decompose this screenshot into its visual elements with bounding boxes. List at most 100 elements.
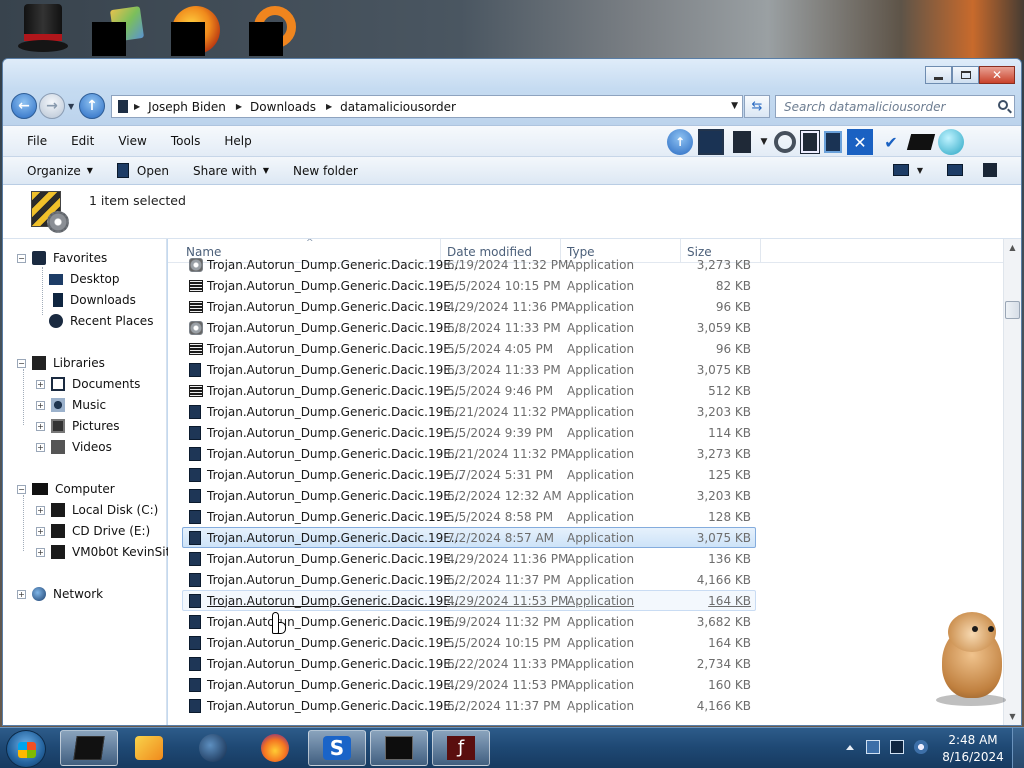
new-folder-button[interactable]: New folder	[293, 164, 358, 178]
show-desktop-button[interactable]	[1012, 728, 1024, 768]
taskbar-s-app[interactable]: S	[308, 730, 366, 766]
document-stack-icon[interactable]	[733, 131, 751, 153]
menu-view[interactable]: View	[110, 134, 154, 148]
title-bar[interactable]: ✕	[3, 59, 1021, 89]
maximize-button[interactable]	[952, 66, 979, 84]
help-icon[interactable]	[983, 163, 997, 177]
preview-pane-icon[interactable]	[947, 164, 963, 176]
table-row[interactable]: Trojan.Autorun_Dump.Generic.Dacic.19E...…	[182, 275, 756, 296]
table-row[interactable]: Trojan.Autorun_Dump.Generic.Dacic.19E...…	[182, 611, 756, 632]
globe-icon[interactable]	[938, 129, 964, 155]
refresh-button[interactable]: ⇆	[744, 95, 770, 118]
tag-icon[interactable]	[906, 134, 936, 150]
upload-icon[interactable]: ↑	[667, 129, 693, 155]
clock[interactable]: 2:48 AM 8/16/2024	[938, 732, 1008, 766]
show-hidden-icons-icon[interactable]	[846, 744, 854, 750]
chevron-down-icon[interactable]: ▼	[917, 166, 923, 175]
expand-icon[interactable]: +	[36, 421, 45, 431]
menu-tools[interactable]: Tools	[163, 134, 209, 148]
chevron-right-icon[interactable]: ▶	[134, 102, 140, 111]
table-row[interactable]: Trojan.Autorun_Dump.Generic.Dacic.19E...…	[182, 569, 756, 590]
volume-icon[interactable]	[914, 740, 928, 754]
breadcrumb-item[interactable]: Downloads	[250, 100, 316, 114]
expand-icon[interactable]: +	[17, 589, 26, 599]
taskbar-explorer[interactable]	[60, 730, 118, 766]
window-icon[interactable]	[698, 129, 724, 155]
change-view-icon[interactable]	[892, 164, 909, 176]
chevron-down-icon[interactable]: ▼	[759, 129, 769, 155]
taskbar-terminal[interactable]	[370, 730, 428, 766]
table-row[interactable]: Trojan.Autorun_Dump.Generic.Dacic.19E...…	[182, 464, 756, 485]
expand-icon[interactable]: +	[36, 379, 45, 389]
taskbar-flash[interactable]: ƒ	[432, 730, 490, 766]
nav-music[interactable]: + Music	[36, 398, 106, 412]
expand-icon[interactable]: +	[36, 547, 45, 557]
search-box[interactable]	[775, 95, 1015, 118]
scroll-thumb[interactable]	[1005, 301, 1020, 319]
menu-file[interactable]: File	[19, 134, 55, 148]
nav-local-disk[interactable]: + Local Disk (C:)	[36, 503, 158, 517]
nav-recent-places[interactable]: Recent Places	[49, 314, 153, 328]
share-with-button[interactable]: Share with ▼	[193, 164, 269, 178]
table-row[interactable]: Trojan.Autorun_Dump.Generic.Dacic.19E...…	[182, 359, 756, 380]
reel-icon[interactable]	[774, 131, 796, 153]
nav-vm-share[interactable]: + VM0b0t KevinSite	[36, 545, 178, 559]
table-row[interactable]: Trojan.Autorun_Dump.Generic.Dacic.19E...…	[182, 590, 756, 611]
organize-button[interactable]: Organize ▼	[27, 164, 93, 178]
recent-pages-dropdown[interactable]: ▼	[68, 102, 74, 111]
table-row[interactable]: Trojan.Autorun_Dump.Generic.Dacic.19E...…	[182, 338, 756, 359]
menu-edit[interactable]: Edit	[63, 134, 102, 148]
scroll-up-arrow[interactable]: ▲	[1004, 239, 1021, 256]
taskbar-firefox[interactable]	[246, 730, 304, 766]
chevron-right-icon[interactable]: ▶	[236, 102, 242, 111]
nav-favorites[interactable]: − Favorites	[17, 251, 107, 265]
copy-icon[interactable]	[800, 130, 820, 154]
up-button[interactable]: ↑	[79, 93, 105, 119]
table-row[interactable]: Trojan.Autorun_Dump.Generic.Dacic.19E...…	[182, 485, 756, 506]
nav-pictures[interactable]: + Pictures	[36, 419, 120, 433]
table-row[interactable]: Trojan.Autorun_Dump.Generic.Dacic.19E...…	[182, 695, 756, 716]
table-row[interactable]: Trojan.Autorun_Dump.Generic.Dacic.19E...…	[182, 401, 756, 422]
table-row[interactable]: Trojan.Autorun_Dump.Generic.Dacic.19E...…	[182, 527, 756, 548]
collapse-icon[interactable]: −	[17, 253, 26, 263]
nav-documents[interactable]: + Documents	[36, 377, 140, 391]
start-button[interactable]	[6, 730, 46, 768]
expand-icon[interactable]: +	[36, 442, 45, 452]
minimize-button[interactable]	[925, 66, 952, 84]
expand-icon[interactable]: +	[36, 526, 45, 536]
search-input[interactable]	[784, 99, 989, 114]
nav-computer[interactable]: − Computer	[17, 482, 115, 496]
chevron-right-icon[interactable]: ▶	[326, 102, 332, 111]
table-row[interactable]: Trojan.Autorun_Dump.Generic.Dacic.19E...…	[182, 443, 756, 464]
close-button[interactable]: ✕	[979, 66, 1015, 84]
collapse-icon[interactable]: −	[17, 358, 26, 368]
top-hat-icon[interactable]	[18, 4, 68, 56]
table-row[interactable]: Trojan.Autorun_Dump.Generic.Dacic.19E...…	[182, 506, 756, 527]
chevron-down-icon[interactable]: ▼	[731, 101, 738, 111]
nav-network[interactable]: + Network	[17, 587, 103, 601]
delete-icon[interactable]: ✕	[847, 129, 873, 155]
table-row[interactable]: Trojan.Autorun_Dump.Generic.Dacic.19E...…	[182, 254, 756, 275]
taskbar-media-player[interactable]	[120, 730, 178, 766]
table-row[interactable]: Trojan.Autorun_Dump.Generic.Dacic.19E...…	[182, 653, 756, 674]
network-status-icon[interactable]	[890, 740, 904, 754]
menu-help[interactable]: Help	[216, 134, 259, 148]
scroll-down-arrow[interactable]: ▼	[1004, 708, 1021, 725]
expand-icon[interactable]: +	[36, 505, 45, 515]
list-icon[interactable]	[824, 131, 842, 153]
nav-desktop[interactable]: Desktop	[49, 272, 120, 286]
breadcrumb-item[interactable]: Joseph Biden	[148, 100, 226, 114]
table-row[interactable]: Trojan.Autorun_Dump.Generic.Dacic.19E...…	[182, 296, 756, 317]
table-row[interactable]: Trojan.Autorun_Dump.Generic.Dacic.19E...…	[182, 548, 756, 569]
nav-libraries[interactable]: − Libraries	[17, 356, 105, 370]
address-bar[interactable]: ▶ Joseph Biden ▶ Downloads ▶ datamaliciouso…	[111, 95, 743, 118]
table-row[interactable]: Trojan.Autorun_Dump.Generic.Dacic.19E...…	[182, 674, 756, 695]
check-icon[interactable]: ✔	[878, 129, 904, 155]
nav-videos[interactable]: + Videos	[36, 440, 112, 454]
expand-icon[interactable]: +	[36, 400, 45, 410]
collapse-icon[interactable]: −	[17, 484, 26, 494]
table-row[interactable]: Trojan.Autorun_Dump.Generic.Dacic.19E...…	[182, 632, 756, 653]
nav-downloads[interactable]: Downloads	[49, 293, 136, 307]
breadcrumb-item[interactable]: datamaliciousorder	[340, 100, 456, 114]
table-row[interactable]: Trojan.Autorun_Dump.Generic.Dacic.19E...…	[182, 317, 756, 338]
